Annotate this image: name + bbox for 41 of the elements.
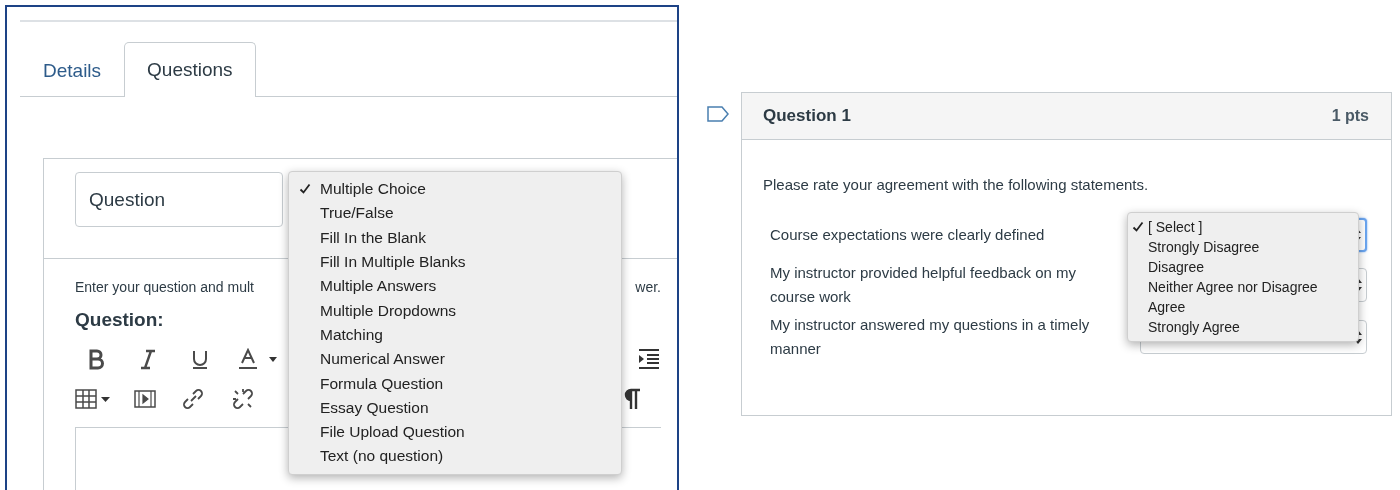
question-prompt: Please rate your agreement with the following statements. (763, 176, 1150, 193)
statement-text: Course expectations were clearly defined (769, 225, 1046, 245)
menu-item[interactable]: Formula Question (289, 371, 621, 396)
menu-item[interactable]: Agree (1128, 297, 1358, 317)
menu-item[interactable]: File Upload Question (289, 419, 621, 445)
menu-item[interactable]: Multiple Choice (289, 177, 621, 202)
menu-item[interactable]: Neither Agree nor Disagree (1128, 277, 1358, 297)
media-icon[interactable] (134, 388, 156, 410)
link-icon[interactable] (182, 388, 204, 410)
instruction-text: Enter your question and mult (75, 279, 254, 295)
caret-icon[interactable] (101, 396, 110, 402)
question-label: Question: (75, 309, 164, 331)
menu-item[interactable]: Numerical Answer (289, 347, 621, 372)
menu-item[interactable]: Fill In the Blank (289, 225, 621, 250)
menu-item[interactable]: Disagree (1128, 257, 1358, 277)
menu-item[interactable]: Essay Question (289, 395, 621, 420)
menu-item[interactable]: Matching (289, 322, 621, 348)
question-title: Question 1 (763, 106, 851, 126)
menu-item[interactable]: True/False (289, 201, 621, 226)
unlink-icon[interactable] (232, 388, 254, 410)
caret-icon[interactable] (269, 356, 277, 362)
question-title-field[interactable]: Question (75, 172, 283, 227)
instruction-text: wer. (635, 279, 661, 295)
menu-item[interactable]: Multiple Answers (289, 274, 621, 299)
check-icon (1132, 221, 1144, 233)
menu-item[interactable]: Fill In Multiple Blanks (289, 249, 621, 275)
menu-item[interactable]: Multiple Dropdowns (289, 298, 621, 323)
menu-item[interactable]: [ Select ] (1128, 217, 1358, 237)
statement-text: My instructor provided helpful feedback on my course work (769, 263, 1077, 307)
menu-item[interactable]: Strongly Disagree (1128, 237, 1358, 257)
menu-item[interactable]: Text (no question) (289, 444, 621, 469)
menu-item[interactable]: Strongly Agree (1128, 317, 1358, 337)
flag-icon[interactable] (707, 106, 729, 122)
check-icon (298, 183, 311, 196)
indent-icon[interactable] (637, 347, 661, 371)
points-text: 1 pts (1331, 107, 1369, 125)
tab[interactable]: Questions (124, 42, 256, 97)
table-icon[interactable] (75, 388, 97, 410)
text-color-icon[interactable] (237, 348, 259, 370)
statement-text: My instructor answered my questions in a timely manner (769, 315, 1091, 359)
tab[interactable]: Details (20, 43, 125, 97)
